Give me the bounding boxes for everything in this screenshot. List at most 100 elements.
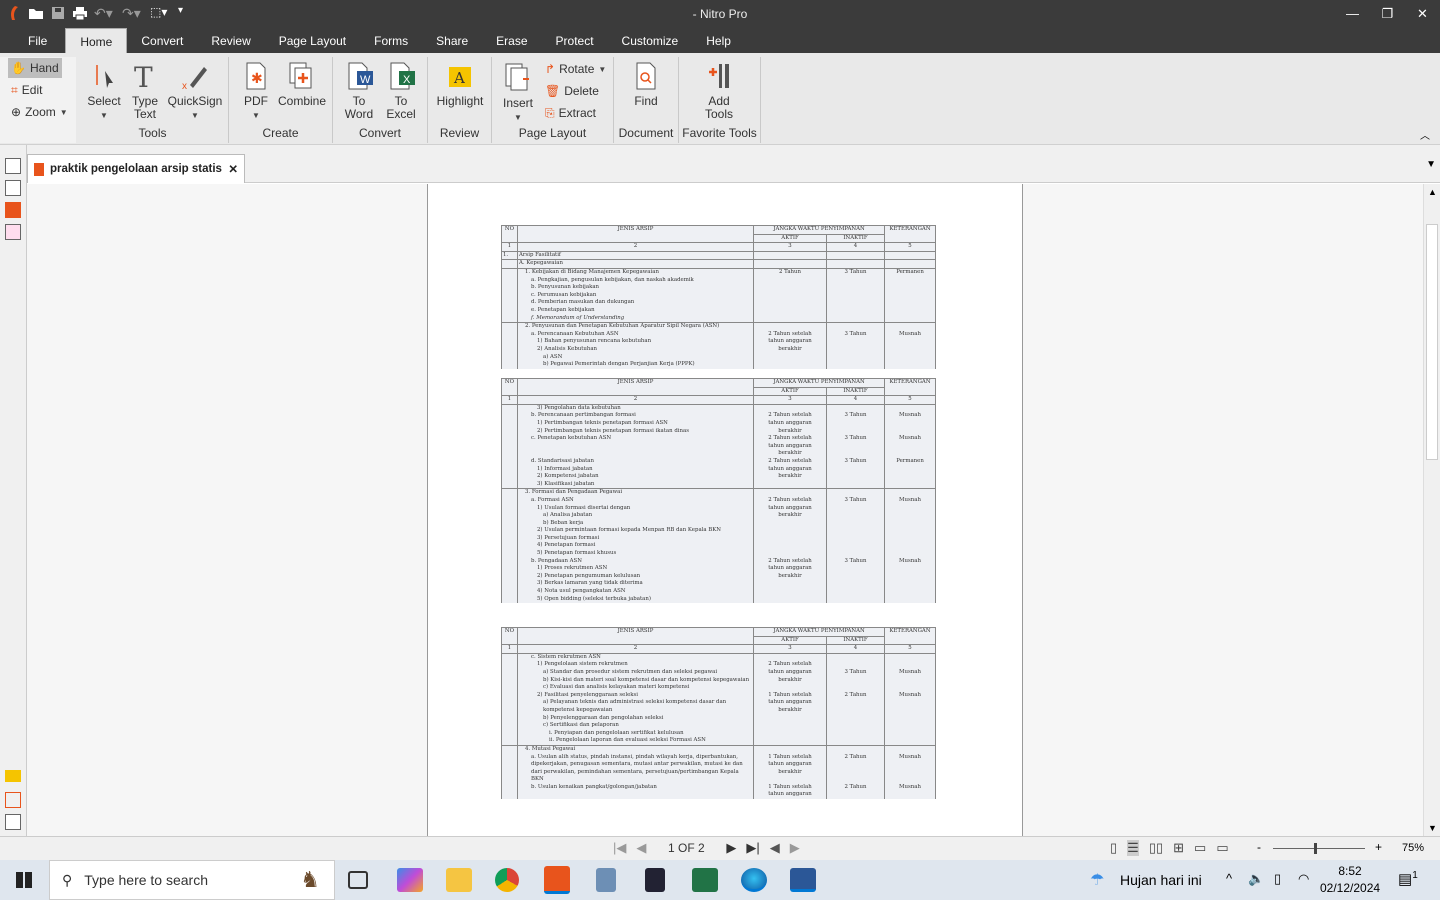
pages-panel-icon[interactable] bbox=[5, 158, 21, 174]
page-number[interactable]: 1 OF 2 bbox=[656, 841, 716, 855]
copilot-icon[interactable] bbox=[397, 868, 423, 892]
attachments-panel-icon[interactable] bbox=[5, 792, 21, 808]
document-viewer bbox=[27, 184, 1423, 836]
show-hidden-icons[interactable]: ^ bbox=[1226, 871, 1232, 886]
trash-icon: 🗑 bbox=[545, 84, 561, 98]
bookmarks-panel-icon[interactable] bbox=[5, 202, 21, 218]
file-explorer-icon[interactable] bbox=[446, 868, 472, 892]
quicksign-button[interactable]: x QuickSign ▼ bbox=[167, 61, 223, 122]
insert-button[interactable]: Insert ▼ bbox=[500, 61, 536, 124]
page-layout-group-label: Page Layout bbox=[518, 126, 587, 140]
tab-erase[interactable]: Erase bbox=[482, 28, 541, 53]
hand-button[interactable]: ✋ Hand bbox=[8, 58, 62, 78]
last-page-button[interactable]: ▶| bbox=[746, 840, 759, 856]
svg-text:T: T bbox=[134, 61, 153, 91]
app-taskbar-icon[interactable] bbox=[645, 868, 665, 892]
edit-button[interactable]: ⌗ Edit bbox=[8, 80, 45, 100]
tab-forms[interactable]: Forms bbox=[360, 28, 422, 53]
zoom-slider-thumb[interactable] bbox=[1314, 843, 1318, 854]
wifi-icon[interactable]: ◠ bbox=[1298, 871, 1309, 887]
first-page-button[interactable]: |◀ bbox=[613, 840, 626, 856]
close-window-button[interactable]: ✕ bbox=[1405, 0, 1440, 28]
select-button[interactable]: Select ▼ bbox=[85, 61, 123, 122]
zoom-button[interactable]: ⊕ Zoom ▼ bbox=[8, 102, 71, 122]
comments-panel-icon[interactable] bbox=[5, 770, 21, 782]
tab-help[interactable]: Help bbox=[692, 28, 745, 53]
tab-list-dropdown[interactable]: ▼ bbox=[1426, 159, 1436, 170]
chrome-icon[interactable] bbox=[495, 868, 519, 892]
nitro-taskbar-icon[interactable] bbox=[544, 866, 570, 894]
tab-page-layout[interactable]: Page Layout bbox=[265, 28, 360, 53]
tab-protect[interactable]: Protect bbox=[542, 28, 608, 53]
hand-icon: ✋ bbox=[11, 61, 26, 75]
forward-view-button[interactable]: ▶ bbox=[790, 840, 800, 856]
word-taskbar-icon[interactable] bbox=[790, 868, 816, 892]
taskbar-search[interactable]: ⚲ Type here to search ♞ bbox=[49, 860, 335, 900]
to-excel-button[interactable]: X To Excel bbox=[383, 61, 419, 121]
battery-icon[interactable]: ▯ bbox=[1274, 871, 1281, 887]
pdf-button[interactable]: ✱ PDF ▼ bbox=[239, 61, 273, 122]
to-word-button[interactable]: W To Word bbox=[341, 61, 377, 121]
scrollbar-thumb[interactable] bbox=[1426, 224, 1438, 460]
find-icon bbox=[636, 62, 656, 90]
delete-button[interactable]: 🗑 Delete bbox=[542, 81, 602, 101]
previous-page-button[interactable]: ◀ bbox=[636, 840, 646, 856]
document-tab-title: praktik pengelolaan arsip statis bbox=[50, 163, 222, 175]
vertical-scrollbar[interactable]: ▲ ▼ bbox=[1423, 184, 1440, 836]
tab-home[interactable]: Home bbox=[65, 28, 128, 54]
taskbar: ⚲ Type here to search ♞ ☂ Hujan hari ini… bbox=[0, 860, 1440, 900]
find-button[interactable]: Find bbox=[626, 61, 666, 108]
svg-text:x: x bbox=[182, 81, 187, 91]
excel-taskbar-icon[interactable] bbox=[692, 868, 718, 892]
left-panel bbox=[0, 145, 27, 836]
tab-share[interactable]: Share bbox=[422, 28, 482, 53]
rotate-button[interactable]: ↱ Rotate ▼ bbox=[542, 59, 609, 79]
close-tab-icon[interactable]: ✕ bbox=[228, 162, 238, 176]
facing-view-icon[interactable]: ▯▯ bbox=[1149, 840, 1163, 856]
facing-continuous-view-icon[interactable]: ⊞ bbox=[1173, 840, 1184, 856]
title-bar: ↶▾ ↷▾ ⬚▾ ▾ - Nitro Pro — ❐ ✕ bbox=[0, 0, 1440, 28]
document-tab[interactable]: praktik pengelolaan arsip statis ✕ bbox=[27, 154, 245, 183]
zoom-out-button[interactable]: - bbox=[1257, 840, 1261, 854]
combine-button[interactable]: Combine bbox=[277, 61, 327, 108]
single-page-view-icon[interactable]: ▯ bbox=[1110, 840, 1117, 856]
calculator-icon[interactable] bbox=[596, 868, 616, 892]
tab-customize[interactable]: Customize bbox=[608, 28, 693, 53]
pdf-page bbox=[427, 184, 1023, 836]
notification-icon[interactable]: ▤1 bbox=[1398, 870, 1418, 888]
edge-taskbar-icon[interactable] bbox=[741, 868, 767, 892]
volume-icon[interactable]: 🔈 bbox=[1248, 871, 1264, 887]
zoom-in-button[interactable]: + bbox=[1375, 840, 1382, 854]
edit-icon: ⌗ bbox=[11, 82, 18, 97]
minimize-button[interactable]: — bbox=[1335, 0, 1370, 28]
tab-convert[interactable]: Convert bbox=[127, 28, 197, 53]
collapse-ribbon-button[interactable]: ︿ bbox=[1420, 127, 1430, 142]
zoom-slider[interactable] bbox=[1273, 843, 1365, 854]
output-panel-icon[interactable] bbox=[5, 814, 21, 830]
restore-button[interactable]: ❐ bbox=[1370, 0, 1405, 28]
type-text-button[interactable]: T Type Text bbox=[127, 61, 163, 121]
extract-button[interactable]: ⎘ Extract bbox=[542, 103, 599, 123]
window-title: - Nitro Pro bbox=[692, 7, 748, 21]
windows-start-icon[interactable] bbox=[16, 872, 32, 888]
security-panel-icon[interactable] bbox=[5, 224, 21, 240]
search-panel-icon[interactable] bbox=[5, 180, 21, 196]
task-view-icon[interactable] bbox=[348, 871, 368, 889]
back-view-button[interactable]: ◀ bbox=[770, 840, 780, 856]
next-page-button[interactable]: ▶ bbox=[726, 840, 736, 856]
add-tools-button[interactable]: Add Tools bbox=[699, 61, 739, 121]
highlight-button[interactable]: A Highlight bbox=[434, 61, 486, 108]
pdf-file-icon bbox=[34, 162, 44, 176]
clock[interactable]: 8:52 02/12/2024 bbox=[1320, 863, 1380, 897]
tab-file[interactable]: File bbox=[0, 28, 65, 53]
continuous-view-icon[interactable]: ☰ bbox=[1127, 840, 1139, 856]
favorite-tools-group-label: Favorite Tools bbox=[682, 126, 757, 140]
fit-page-icon[interactable]: ▭ bbox=[1216, 840, 1228, 856]
tab-review[interactable]: Review bbox=[197, 28, 264, 53]
zoom-level[interactable]: 75% bbox=[1402, 842, 1424, 854]
type-text-icon: T bbox=[134, 61, 153, 91]
fit-width-icon[interactable]: ▭ bbox=[1194, 840, 1206, 856]
create-group: ✱ PDF ▼ Combine Create bbox=[229, 57, 333, 143]
weather-text[interactable]: Hujan hari ini bbox=[1120, 872, 1202, 888]
word-icon: W bbox=[348, 62, 373, 90]
